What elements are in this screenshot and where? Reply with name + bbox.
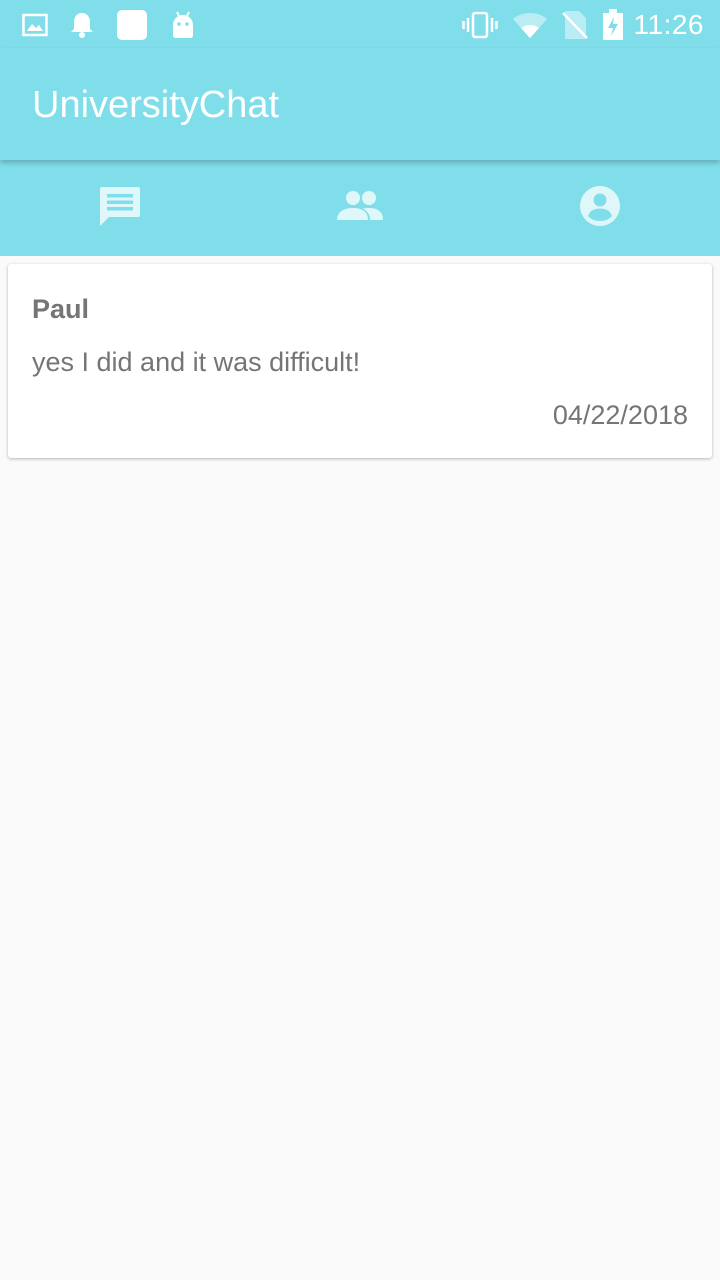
tab-profile[interactable] [480, 160, 720, 256]
message-preview: yes I did and it was difficult! [32, 347, 361, 377]
tab-people[interactable] [240, 160, 480, 256]
android-icon [170, 9, 196, 41]
account-circle-icon [579, 185, 621, 232]
sender-name: Paul [32, 294, 90, 324]
chat-icon [98, 185, 142, 232]
bell-icon [70, 9, 94, 41]
vibrate-icon [461, 11, 498, 39]
conversation-list: Paul yes I did and it was difficult! 04/… [0, 256, 720, 1280]
app-bar: UniversityChat [0, 48, 720, 160]
no-sim-icon [561, 10, 588, 40]
conversation-card[interactable]: Paul yes I did and it was difficult! 04/… [8, 264, 712, 458]
tab-bar [0, 160, 720, 256]
square-app-icon [116, 9, 148, 41]
people-icon [337, 190, 383, 227]
status-bar: 11:26 [0, 0, 720, 48]
message-date: 04/22/2018 [552, 400, 688, 430]
clock: 11:26 [633, 9, 704, 40]
image-icon [22, 9, 48, 41]
battery-charging-icon [602, 9, 624, 41]
tab-chats[interactable] [0, 160, 240, 256]
app-title: UniversityChat [32, 84, 280, 126]
wifi-icon [512, 11, 548, 39]
